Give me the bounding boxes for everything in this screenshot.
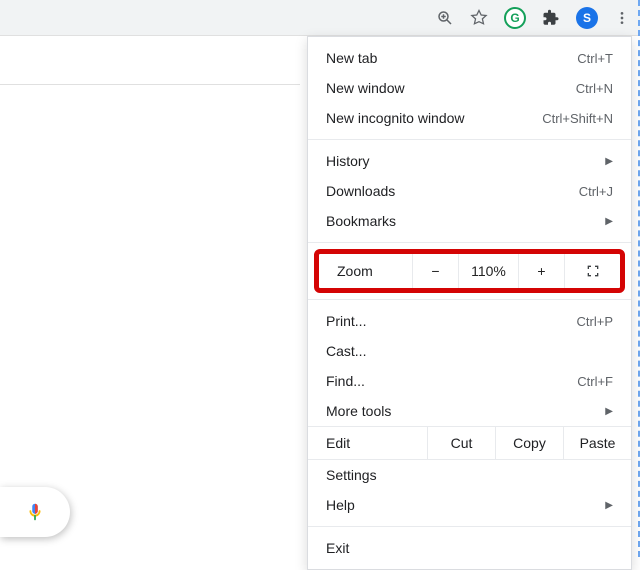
menu-separator bbox=[308, 139, 631, 140]
microphone-icon bbox=[24, 501, 46, 523]
paste-button[interactable]: Paste bbox=[563, 427, 631, 459]
submenu-arrow-icon: ▶ bbox=[603, 216, 613, 227]
browser-main-menu: New tab Ctrl+T New window Ctrl+N New inc… bbox=[307, 36, 632, 570]
zoom-highlight-annotation: Zoom − 110% + bbox=[314, 249, 625, 293]
menu-item-print[interactable]: Print... Ctrl+P bbox=[308, 306, 631, 336]
voice-search-button[interactable] bbox=[0, 487, 70, 537]
menu-item-zoom: Zoom − 110% + bbox=[319, 254, 620, 288]
menu-label: New window bbox=[326, 80, 523, 96]
menu-item-settings[interactable]: Settings bbox=[308, 460, 631, 490]
kebab-menu-icon[interactable] bbox=[614, 10, 630, 26]
menu-label: Help bbox=[326, 497, 595, 513]
menu-shortcut: Ctrl+T bbox=[523, 51, 613, 66]
zoom-in-button[interactable]: + bbox=[518, 254, 564, 288]
menu-item-history[interactable]: History ▶ bbox=[308, 146, 631, 176]
menu-item-new-window[interactable]: New window Ctrl+N bbox=[308, 73, 631, 103]
menu-label: Settings bbox=[326, 467, 613, 483]
extension-grammarly-icon[interactable]: G bbox=[504, 7, 526, 29]
menu-shortcut: Ctrl+Shift+N bbox=[523, 111, 613, 126]
menu-label: Exit bbox=[326, 540, 613, 556]
menu-item-exit[interactable]: Exit bbox=[308, 533, 631, 563]
zoom-level-value: 110% bbox=[458, 254, 518, 288]
menu-label: New tab bbox=[326, 50, 523, 66]
menu-item-cast[interactable]: Cast... bbox=[308, 336, 631, 366]
profile-avatar[interactable]: S bbox=[576, 7, 598, 29]
menu-label: Downloads bbox=[326, 183, 523, 199]
bookmark-star-icon[interactable] bbox=[470, 9, 488, 27]
menu-shortcut: Ctrl+N bbox=[523, 81, 613, 96]
menu-label: History bbox=[326, 153, 595, 169]
menu-shortcut: Ctrl+J bbox=[523, 184, 613, 199]
menu-item-edit: Edit Cut Copy Paste bbox=[308, 426, 631, 460]
content-divider bbox=[0, 84, 300, 85]
browser-toolbar: G S bbox=[0, 0, 640, 36]
menu-label: Cast... bbox=[326, 343, 613, 359]
menu-item-find[interactable]: Find... Ctrl+F bbox=[308, 366, 631, 396]
menu-label: Zoom bbox=[319, 263, 412, 279]
submenu-arrow-icon: ▶ bbox=[603, 156, 613, 167]
menu-separator bbox=[308, 526, 631, 527]
menu-item-new-tab[interactable]: New tab Ctrl+T bbox=[308, 43, 631, 73]
menu-shortcut: Ctrl+F bbox=[523, 374, 613, 389]
menu-item-help[interactable]: Help ▶ bbox=[308, 490, 631, 520]
submenu-arrow-icon: ▶ bbox=[603, 406, 613, 417]
cut-button[interactable]: Cut bbox=[427, 427, 495, 459]
menu-separator bbox=[308, 242, 631, 243]
menu-label: Edit bbox=[308, 427, 427, 459]
extensions-puzzle-icon[interactable] bbox=[542, 9, 560, 27]
menu-label: More tools bbox=[326, 403, 595, 419]
menu-label: Find... bbox=[326, 373, 523, 389]
menu-shortcut: Ctrl+P bbox=[523, 314, 613, 329]
menu-item-more-tools[interactable]: More tools ▶ bbox=[308, 396, 631, 426]
menu-item-bookmarks[interactable]: Bookmarks ▶ bbox=[308, 206, 631, 236]
menu-separator bbox=[308, 299, 631, 300]
menu-item-incognito[interactable]: New incognito window Ctrl+Shift+N bbox=[308, 103, 631, 133]
menu-item-downloads[interactable]: Downloads Ctrl+J bbox=[308, 176, 631, 206]
fullscreen-button[interactable] bbox=[564, 254, 620, 288]
menu-label: New incognito window bbox=[326, 110, 523, 126]
menu-label: Bookmarks bbox=[326, 213, 595, 229]
menu-label: Print... bbox=[326, 313, 523, 329]
submenu-arrow-icon: ▶ bbox=[603, 500, 613, 511]
zoom-indicator-icon[interactable] bbox=[436, 9, 454, 27]
copy-button[interactable]: Copy bbox=[495, 427, 563, 459]
zoom-out-button[interactable]: − bbox=[412, 254, 458, 288]
